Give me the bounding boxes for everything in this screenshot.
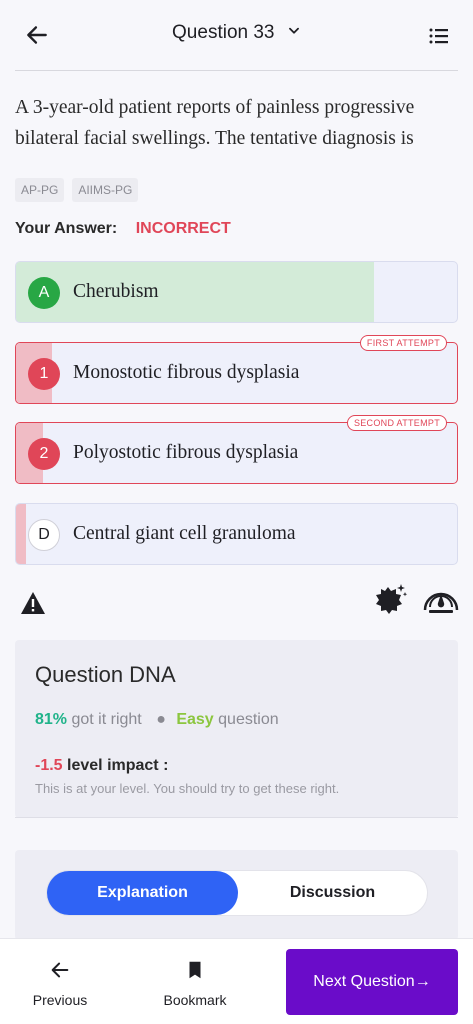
tab-card: Explanation Discussion xyxy=(15,850,458,940)
question-tags: AP-PG AIIMS-PG xyxy=(15,178,139,202)
dna-divider xyxy=(15,817,458,818)
page-title: Question 33 xyxy=(172,22,275,43)
difficulty-suffix: question xyxy=(218,711,279,728)
question-text: A 3-year-old patient reports of painless… xyxy=(15,97,415,149)
burst-badge-icon[interactable] xyxy=(372,583,408,617)
correct-percentage: 81% xyxy=(35,711,68,728)
your-answer-label: Your Answer: xyxy=(15,220,118,237)
chevron-down-icon xyxy=(287,24,301,43)
option-fill xyxy=(16,504,26,564)
option-badge: 2 xyxy=(28,438,60,470)
answer-result: INCORRECT xyxy=(135,220,231,237)
your-answer: Your Answer: INCORRECT xyxy=(15,220,231,238)
level-impact-note: This is at your level. You should try to… xyxy=(35,781,340,796)
level-impact: -1.5 level impact : xyxy=(35,757,168,775)
tab-explanation[interactable]: Explanation xyxy=(47,871,238,915)
bottom-bar: Previous Bookmark Next Question → xyxy=(0,938,473,1024)
warning-icon[interactable] xyxy=(20,591,46,615)
first-attempt-badge: FIRST ATTEMPT xyxy=(359,335,447,351)
tag: AP-PG xyxy=(15,178,65,202)
level-impact-value: -1.5 xyxy=(35,757,63,774)
next-question-button[interactable]: Next Question → xyxy=(286,949,458,1015)
option-second-attempt[interactable]: 2 Polyostotic fibrous dysplasia SECOND A… xyxy=(15,415,458,484)
option-badge: A xyxy=(28,277,60,309)
option-a[interactable]: A Cherubism xyxy=(15,261,458,323)
previous-button[interactable]: Previous xyxy=(18,939,102,1024)
option-badge: D xyxy=(28,519,60,551)
correct-percentage-suffix: got it right xyxy=(71,711,142,728)
question-dna-card: Question DNA 81% got it right ● Easy que… xyxy=(15,640,458,818)
list-icon[interactable] xyxy=(427,24,451,48)
next-question-label: Next Question xyxy=(313,973,415,990)
arrow-right-icon: → xyxy=(414,973,431,990)
question-selector[interactable]: Question 33 xyxy=(0,22,473,44)
difficulty-label: Easy xyxy=(176,711,214,728)
option-text: Cherubism xyxy=(73,281,159,302)
header-divider xyxy=(15,70,458,71)
option-badge: 1 xyxy=(28,358,60,390)
option-text: Polyostotic fibrous dysplasia xyxy=(73,442,299,463)
tab-discussion[interactable]: Discussion xyxy=(238,871,427,915)
separator-dot: ● xyxy=(156,711,166,728)
option-text: Monostotic fibrous dysplasia xyxy=(73,362,300,383)
bookmark-label: Bookmark xyxy=(163,992,227,1008)
dna-heading: Question DNA xyxy=(35,662,176,687)
option-d[interactable]: D Central giant cell granuloma xyxy=(15,503,458,565)
dna-stats: 81% got it right ● Easy question xyxy=(35,711,279,729)
tab-toggle: Explanation Discussion xyxy=(46,870,428,916)
header: Question 33 xyxy=(0,0,473,70)
level-impact-label: level impact : xyxy=(67,757,169,774)
previous-label: Previous xyxy=(32,992,88,1008)
second-attempt-badge: SECOND ATTEMPT xyxy=(346,415,447,431)
option-text: Central giant cell granuloma xyxy=(73,523,296,544)
option-first-attempt[interactable]: 1 Monostotic fibrous dysplasia FIRST ATT… xyxy=(15,335,458,404)
back-arrow-icon xyxy=(49,959,71,981)
gauge-icon[interactable] xyxy=(421,584,461,616)
option-fill xyxy=(16,262,374,322)
tag: AIIMS-PG xyxy=(72,178,139,202)
bookmark-button[interactable]: Bookmark xyxy=(150,939,240,1024)
bookmark-icon xyxy=(184,959,206,981)
